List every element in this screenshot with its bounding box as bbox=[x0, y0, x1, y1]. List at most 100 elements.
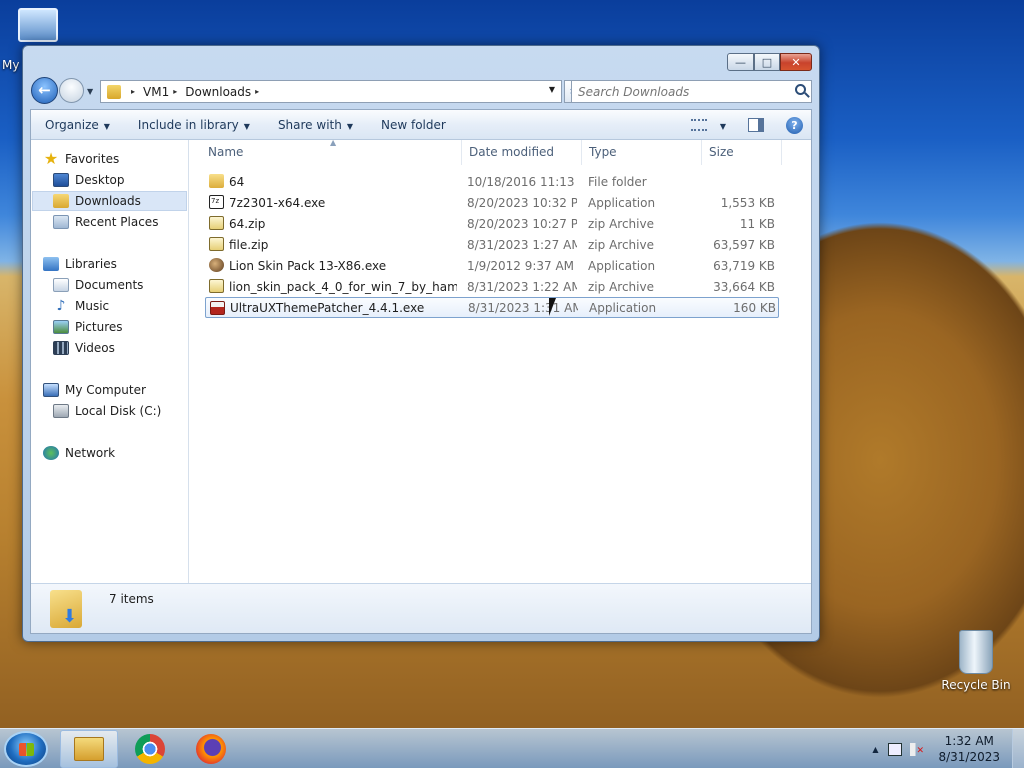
file-size: 1,553 KB bbox=[720, 195, 775, 210]
nav-pictures[interactable]: Pictures bbox=[53, 317, 123, 337]
file-row[interactable]: 64.zip 8/20/2023 10:27 PM zip Archive 11… bbox=[205, 213, 779, 234]
clock[interactable]: 1:32 AM 8/31/2023 bbox=[938, 733, 1000, 765]
file-row[interactable]: Lion Skin Pack 13-X86.exe 1/9/2012 9:37 … bbox=[205, 255, 779, 276]
back-button[interactable]: ← bbox=[31, 77, 58, 104]
recycle-bin-icon bbox=[959, 630, 993, 674]
file-date-modified: 8/20/2023 10:27 PM bbox=[467, 216, 577, 231]
nav-recent-places-label: Recent Places bbox=[75, 215, 159, 229]
search-box[interactable] bbox=[571, 80, 812, 103]
file-name: Lion Skin Pack 13-X86.exe bbox=[229, 258, 387, 273]
search-icon[interactable] bbox=[795, 84, 806, 95]
file-size: 63,719 KB bbox=[713, 258, 775, 273]
star-icon: ★ bbox=[43, 149, 59, 168]
show-hidden-icons-button[interactable]: ▲ bbox=[872, 745, 878, 754]
file-row[interactable]: file.zip 8/31/2023 1:27 AM zip Archive 6… bbox=[205, 234, 779, 255]
breadcrumb-separator-icon[interactable]: ▸ bbox=[255, 87, 259, 96]
nav-network[interactable]: Network bbox=[43, 443, 115, 463]
nav-my-computer[interactable]: My Computer bbox=[43, 380, 146, 400]
file-row[interactable]: 7z2301-x64.exe 8/20/2023 10:32 PM Applic… bbox=[205, 192, 779, 213]
organize-button[interactable]: Organize ▼ bbox=[31, 118, 124, 132]
breadcrumb-vm1[interactable]: VM1 bbox=[143, 85, 169, 99]
chrome-icon bbox=[135, 734, 165, 764]
change-view-icon[interactable] bbox=[690, 119, 707, 131]
nav-local-disk-label: Local Disk (C:) bbox=[75, 404, 162, 418]
patcher-app-icon bbox=[210, 301, 225, 315]
nav-documents-label: Documents bbox=[75, 278, 144, 292]
clock-time: 1:32 AM bbox=[944, 734, 994, 748]
nav-desktop-label: Desktop bbox=[75, 173, 125, 187]
show-desktop-button[interactable] bbox=[1012, 729, 1024, 768]
nav-pictures-label: Pictures bbox=[75, 320, 123, 334]
share-with-button[interactable]: Share with ▼ bbox=[264, 118, 367, 132]
nav-libraries[interactable]: Libraries bbox=[43, 254, 117, 274]
column-header-name[interactable]: Name bbox=[190, 140, 462, 165]
zip-archive-icon bbox=[209, 279, 224, 293]
view-controls: ▼ ? bbox=[690, 110, 811, 140]
recycle-bin-label: Recycle Bin bbox=[941, 678, 1011, 692]
taskbar-explorer-button[interactable] bbox=[60, 730, 118, 768]
taskbar-chrome-button[interactable] bbox=[121, 730, 179, 768]
navigation-pane: ★ Favorites Desktop Downloads Recent Plac… bbox=[31, 140, 189, 583]
nav-my-computer-label: My Computer bbox=[65, 383, 146, 397]
close-button[interactable]: ✕ bbox=[780, 53, 812, 71]
system-tray: ▲ 1:32 AM 8/31/2023 bbox=[872, 729, 1024, 768]
preview-pane-icon[interactable] bbox=[748, 118, 764, 132]
search-input[interactable] bbox=[578, 84, 778, 99]
my-computer-desktop-icon[interactable]: My bbox=[0, 8, 64, 72]
file-type: Application bbox=[588, 195, 656, 210]
file-row[interactable]: 64 10/18/2016 11:13 ... File folder bbox=[205, 171, 779, 192]
zip-archive-icon bbox=[209, 216, 224, 230]
network-icon bbox=[43, 446, 59, 460]
taskbar-firefox-button[interactable] bbox=[182, 730, 240, 768]
downloads-folder-icon bbox=[53, 194, 69, 208]
include-in-library-button[interactable]: Include in library ▼ bbox=[124, 118, 264, 132]
column-header-type[interactable]: Type bbox=[582, 140, 702, 165]
address-bar[interactable]: ▸ VM1 ▸ Downloads ▸ ▼ bbox=[100, 80, 562, 103]
file-list: ▲ Name Date modified Type Size 64 10/18/… bbox=[190, 138, 811, 583]
help-icon[interactable]: ? bbox=[786, 116, 803, 134]
file-date-modified: 8/20/2023 10:32 PM bbox=[467, 195, 577, 210]
desktop-icon bbox=[53, 173, 69, 187]
breadcrumb-separator-icon[interactable]: ▸ bbox=[173, 87, 177, 96]
nav-desktop[interactable]: Desktop bbox=[53, 170, 125, 190]
nav-downloads-label: Downloads bbox=[75, 194, 141, 208]
file-type: zip Archive bbox=[588, 216, 654, 231]
address-dropdown-icon[interactable]: ▼ bbox=[549, 85, 555, 94]
command-bar: Organize ▼ Include in library ▼ Share with… bbox=[31, 110, 811, 140]
file-row-selected[interactable]: UltraUXThemePatcher_4.4.1.exe 8/31/2023 … bbox=[205, 297, 779, 318]
network-tray-icon[interactable] bbox=[888, 742, 903, 756]
file-name: 64.zip bbox=[229, 216, 266, 231]
file-size: 33,664 KB bbox=[713, 279, 775, 294]
computer-icon bbox=[18, 8, 58, 42]
recent-pages-dropdown[interactable]: ▼ bbox=[87, 87, 93, 96]
start-button[interactable] bbox=[4, 731, 48, 767]
nav-network-label: Network bbox=[65, 446, 116, 460]
file-type: Application bbox=[588, 258, 656, 273]
file-name: 7z2301-x64.exe bbox=[229, 195, 326, 210]
column-header-size[interactable]: Size bbox=[702, 140, 782, 165]
new-folder-button[interactable]: New folder bbox=[367, 118, 460, 132]
breadcrumb-downloads[interactable]: Downloads bbox=[185, 85, 251, 99]
nav-recent-places[interactable]: Recent Places bbox=[53, 212, 158, 232]
forward-button[interactable] bbox=[59, 78, 84, 103]
chevron-down-icon: ▼ bbox=[243, 121, 250, 131]
organize-label: Organize bbox=[45, 117, 99, 132]
breadcrumb-separator-icon[interactable]: ▸ bbox=[131, 87, 135, 96]
column-header-date-modified[interactable]: Date modified bbox=[462, 140, 582, 165]
lion-app-icon bbox=[209, 258, 224, 272]
nav-local-disk[interactable]: Local Disk (C:) bbox=[53, 401, 161, 421]
downloads-folder-icon bbox=[107, 84, 121, 99]
volume-muted-icon[interactable] bbox=[910, 742, 925, 756]
recycle-bin-desktop-icon[interactable]: Recycle Bin bbox=[940, 630, 1012, 692]
nav-downloads[interactable]: Downloads bbox=[32, 191, 187, 211]
view-options-dropdown[interactable]: ▼ bbox=[715, 118, 726, 132]
nav-documents[interactable]: Documents bbox=[53, 275, 143, 295]
minimize-button[interactable]: — bbox=[727, 53, 754, 71]
folder-icon bbox=[209, 174, 224, 188]
nav-music[interactable]: ♪ Music bbox=[53, 296, 110, 316]
file-row[interactable]: lion_skin_pack_4_0_for_win_7_by_hamed...… bbox=[205, 276, 779, 297]
nav-favorites[interactable]: ★ Favorites bbox=[43, 149, 119, 169]
maximize-button[interactable]: □ bbox=[754, 53, 780, 71]
include-in-library-label: Include in library bbox=[137, 117, 239, 132]
nav-videos[interactable]: Videos bbox=[53, 338, 115, 358]
